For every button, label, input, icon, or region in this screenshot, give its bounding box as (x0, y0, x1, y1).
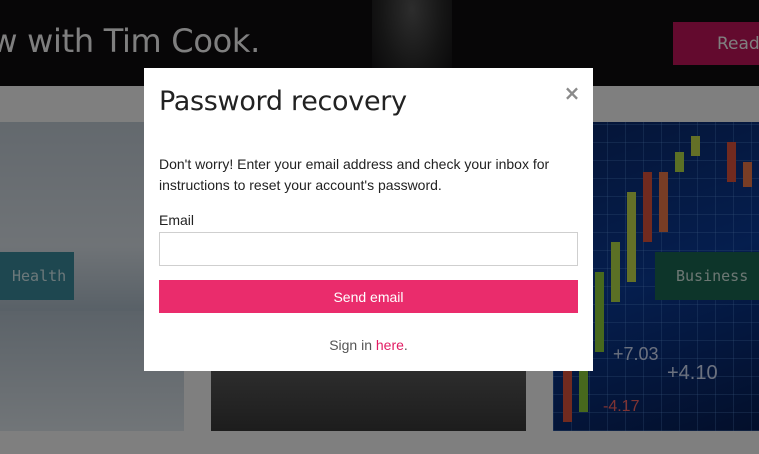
email-label: Email (159, 212, 195, 228)
signin-line: Sign in here. (144, 337, 593, 353)
modal-description: Don't worry! Enter your email address an… (159, 156, 550, 193)
signin-link[interactable]: here (376, 337, 404, 353)
signin-suffix: . (403, 337, 408, 353)
signin-prefix: Sign in (329, 337, 376, 353)
close-icon[interactable]: × (562, 81, 582, 105)
modal-divider (144, 136, 593, 137)
email-field[interactable] (159, 232, 578, 266)
modal-title: Password recovery (159, 86, 407, 117)
send-email-button[interactable]: Send email (159, 280, 578, 313)
password-recovery-modal: Password recovery × Don't worry! Enter y… (144, 68, 593, 371)
